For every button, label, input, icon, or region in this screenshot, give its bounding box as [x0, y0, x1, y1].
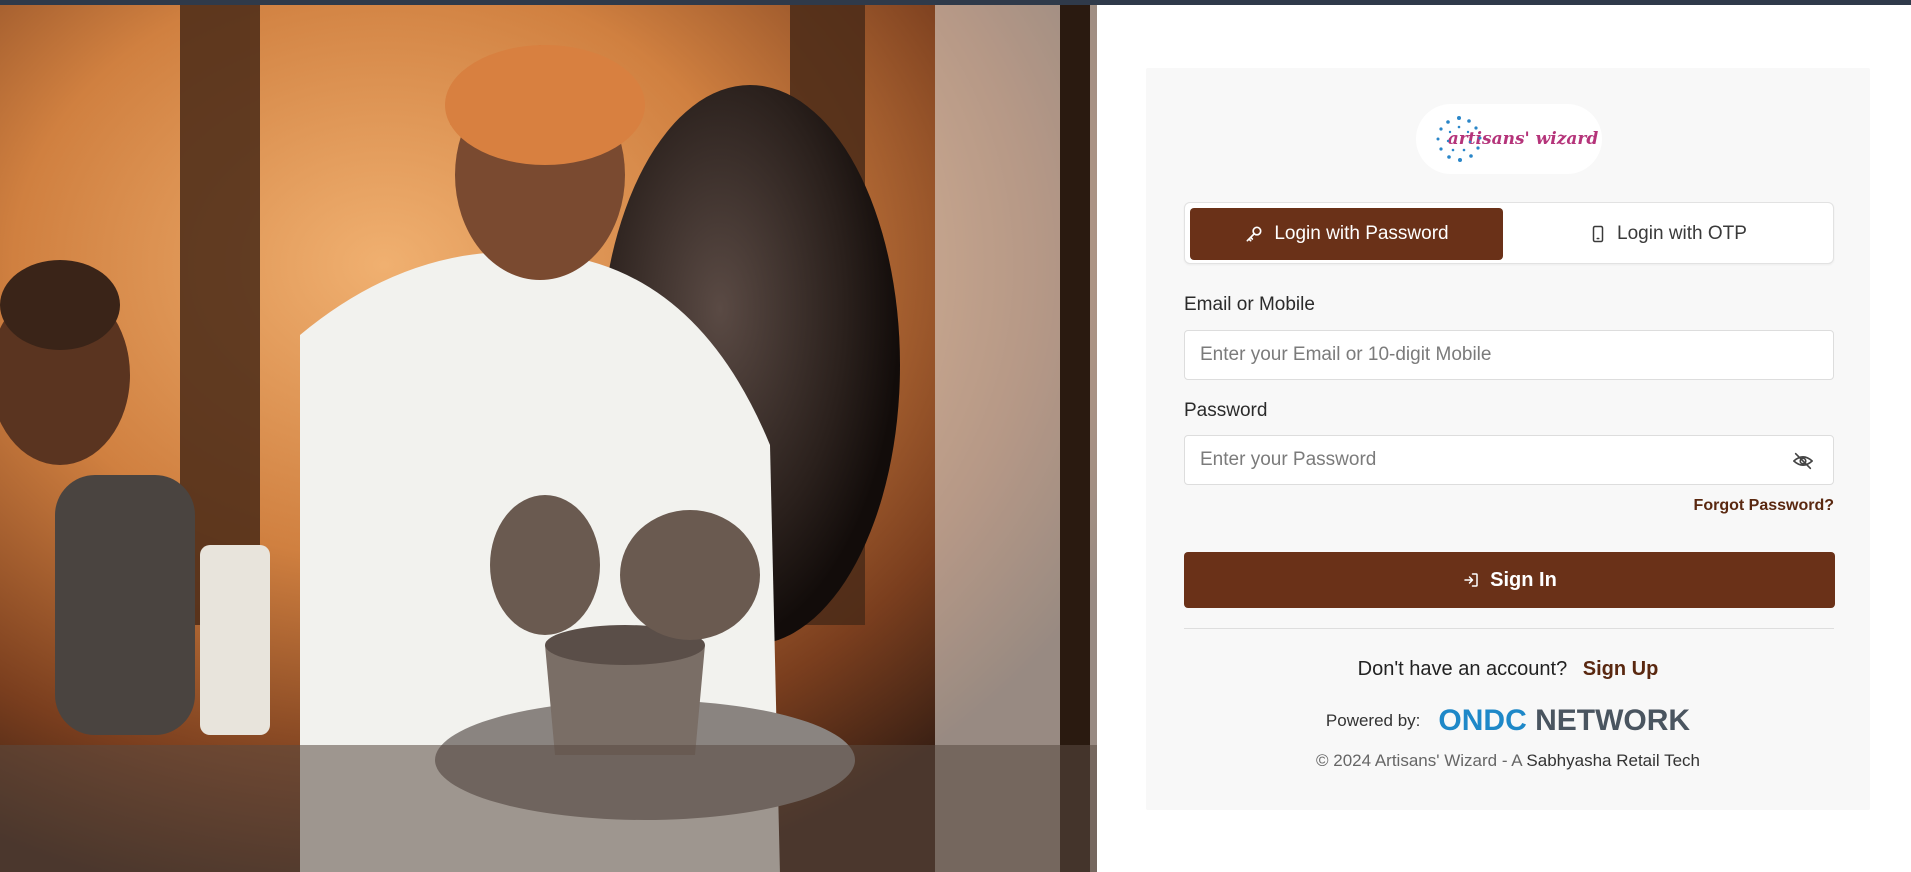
copyright: © 2024 Artisans' Wizard - A Sabhyasha Re… — [1146, 751, 1870, 771]
divider — [1184, 628, 1834, 629]
login-panel: artisans' wizard Login with Password Log… — [1146, 68, 1870, 810]
network-logo-text: NETWORK — [1535, 704, 1691, 737]
copyright-company: Sabhyasha Retail Tech — [1526, 751, 1700, 770]
password-label: Password — [1184, 400, 1268, 421]
logo-dots-icon — [1436, 116, 1482, 162]
copyright-prefix: © 2024 Artisans' Wizard - A — [1315, 751, 1522, 770]
email-input[interactable] — [1184, 330, 1834, 380]
signup-prompt: Don't have an account? Sign Up — [1146, 658, 1870, 681]
forgot-password-link[interactable]: Forgot Password? — [1684, 497, 1834, 515]
powered-by: Powered by: ONDC NETWORK — [1146, 704, 1870, 738]
tab-login-otp[interactable]: Login with OTP — [1507, 208, 1829, 260]
key-icon — [1244, 224, 1264, 244]
password-input[interactable] — [1184, 435, 1834, 485]
mobile-icon — [1589, 224, 1607, 244]
hero-image — [0, 5, 1097, 872]
tab-login-password[interactable]: Login with Password — [1190, 208, 1503, 260]
tab-login-otp-label: Login with OTP — [1617, 223, 1747, 244]
tab-login-password-label: Login with Password — [1274, 223, 1449, 244]
powered-by-label: Powered by: — [1325, 711, 1421, 730]
sign-up-link[interactable]: Sign Up — [1583, 658, 1659, 680]
sign-in-label: Sign In — [1490, 568, 1557, 591]
ondc-logo-text: ONDC — [1438, 704, 1527, 737]
email-label: Email or Mobile — [1184, 294, 1315, 315]
ondc-network-logo: ONDC NETWORK — [1438, 704, 1690, 738]
eye-slash-icon[interactable] — [1792, 450, 1816, 474]
logo: artisans' wizard — [1416, 104, 1602, 174]
sign-in-button[interactable]: Sign In — [1184, 552, 1835, 608]
account-prompt-text: Don't have an account? — [1357, 658, 1568, 680]
sign-in-icon — [1462, 571, 1480, 589]
login-method-tabs: Login with Password Login with OTP — [1184, 202, 1834, 264]
potter-illustration — [0, 5, 1097, 872]
